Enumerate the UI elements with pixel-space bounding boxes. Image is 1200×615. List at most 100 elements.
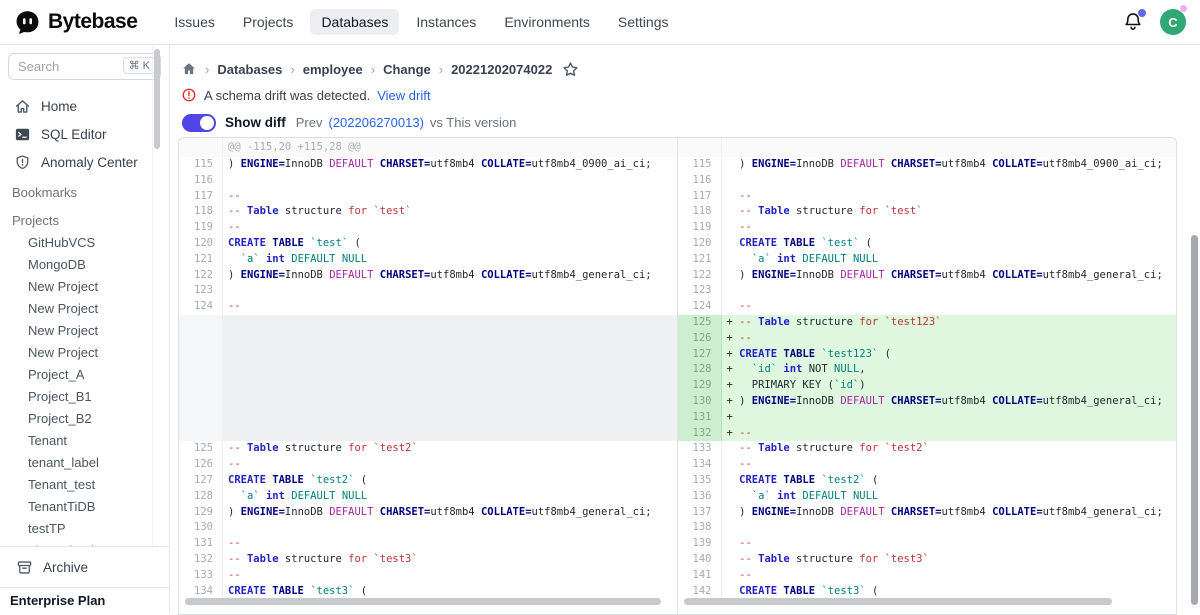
- diff-line: 123: [678, 283, 1177, 299]
- sidebar-project-item[interactable]: Tenant_test: [0, 474, 169, 496]
- nav-item-settings[interactable]: Settings: [607, 9, 680, 35]
- sidebar-item-label: Archive: [43, 560, 88, 575]
- sidebar-project-item[interactable]: tenant_label: [0, 452, 169, 474]
- nav-links: Issues ProjectsDatabasesInstancesEnvironm…: [163, 9, 679, 35]
- diff-line: 119 --: [678, 220, 1177, 236]
- sidebar-project-item[interactable]: Project_B1: [0, 386, 169, 408]
- sql-editor-icon: [14, 126, 31, 143]
- diff-line: [678, 138, 1177, 157]
- show-diff-toggle[interactable]: [182, 114, 216, 132]
- diff-line: 126+ --: [678, 331, 1177, 347]
- diff-line: 142 CREATE TABLE `test3` (: [678, 584, 1177, 600]
- breadcrumb-item[interactable]: Change: [383, 62, 431, 77]
- sidebar-project-item[interactable]: New Project: [0, 276, 169, 298]
- breadcrumb-item[interactable]: 20221202074022: [451, 62, 552, 77]
- diff-line: 123: [179, 283, 677, 299]
- sidebar-project-item[interactable]: Project_B2: [0, 408, 169, 430]
- sidebar-project-item[interactable]: GitHubVCS: [0, 232, 169, 254]
- diff-panel-current: 115 ) ENGINE=InnoDB DEFAULT CHARSET=utf8…: [678, 138, 1177, 614]
- search-box: ⌘ K: [8, 53, 161, 80]
- diff-rows-right: 115 ) ENGINE=InnoDB DEFAULT CHARSET=utf8…: [678, 138, 1177, 599]
- diff-line: 132-- Table structure for `test3`: [179, 552, 677, 568]
- drift-warning: A schema drift was detected. View drift: [170, 79, 1200, 104]
- diff-line: @@ -115,20 +115,28 @@: [179, 138, 677, 157]
- sidebar-section-bookmarks[interactable]: Bookmarks: [0, 176, 169, 204]
- notification-bell-button[interactable]: [1122, 11, 1144, 33]
- sidebar-item-anomaly-center[interactable]: Anomaly Center: [0, 148, 169, 176]
- diff-line: 133--: [179, 568, 677, 584]
- diff-line: 121 `a` int DEFAULT NULL: [678, 252, 1177, 268]
- prev-version-link[interactable]: (202206270013): [328, 115, 423, 130]
- star-icon[interactable]: [562, 61, 579, 78]
- diff-panel-previous: @@ -115,20 +115,28 @@115) ENGINE=InnoDB …: [179, 138, 678, 614]
- sidebar-item-home[interactable]: Home: [0, 92, 169, 120]
- diff-line: 117--: [179, 189, 677, 205]
- breadcrumb-home-icon[interactable]: [181, 61, 197, 77]
- prev-label: Prev: [296, 115, 323, 130]
- nav-item-instances[interactable]: Instances: [405, 9, 487, 35]
- breadcrumb-items: ›Databases›employee›Change›2022120207402…: [205, 62, 552, 77]
- alert-circle-icon: [181, 87, 197, 103]
- diff-line: 141 --: [678, 568, 1177, 584]
- breadcrumb-item[interactable]: employee: [303, 62, 363, 77]
- diff-line: 122) ENGINE=InnoDB DEFAULT CHARSET=utf8m…: [179, 268, 677, 284]
- vs-this-version-label: vs This version: [430, 115, 516, 130]
- diff-line: 134CREATE TABLE `test3` (: [179, 584, 677, 600]
- diff-line: 125-- Table structure for `test2`: [179, 441, 677, 457]
- sidebar-scroll-track: [152, 45, 153, 546]
- diff-line: 116: [678, 173, 1177, 189]
- sidebar-project-item[interactable]: New Project: [0, 320, 169, 342]
- page-vertical-scrollbar[interactable]: [1191, 235, 1198, 605]
- show-diff-label: Show diff: [225, 115, 286, 130]
- avatar-status-dot: [1180, 5, 1187, 12]
- diff-line: 122 ) ENGINE=InnoDB DEFAULT CHARSET=utf8…: [678, 268, 1177, 284]
- diff-line: 140 -- Table structure for `test3`: [678, 552, 1177, 568]
- horizontal-scrollbar-right[interactable]: [684, 598, 1113, 605]
- sidebar-item-label: Anomaly Center: [41, 155, 138, 170]
- sidebar-item-archive[interactable]: Archive: [0, 553, 169, 581]
- nav-right: C: [1122, 9, 1186, 35]
- diff-line: 120 CREATE TABLE `test` (: [678, 236, 1177, 252]
- diff-line: 135 CREATE TABLE `test2` (: [678, 473, 1177, 489]
- diff-line: 137 ) ENGINE=InnoDB DEFAULT CHARSET=utf8…: [678, 505, 1177, 521]
- sidebar-project-item[interactable]: Tenant: [0, 430, 169, 452]
- home-icon: [14, 98, 31, 115]
- diff-line: 126--: [179, 457, 677, 473]
- diff-line: 129) ENGINE=InnoDB DEFAULT CHARSET=utf8m…: [179, 505, 677, 521]
- avatar[interactable]: C: [1160, 9, 1186, 35]
- brand-name: Bytebase: [48, 10, 137, 34]
- nav-item-environments[interactable]: Environments: [493, 9, 601, 35]
- sidebar-section-projects[interactable]: Projects: [0, 204, 169, 232]
- diff-line: 136 `a` int DEFAULT NULL: [678, 489, 1177, 505]
- sidebar-project-item[interactable]: New Project: [0, 298, 169, 320]
- sidebar-project-item[interactable]: MongoDB: [0, 254, 169, 276]
- nav-item-databases[interactable]: Databases: [310, 9, 399, 35]
- sidebar: ⌘ K Home SQL Editor Anomaly Center Bookm…: [0, 45, 170, 613]
- diff-line: 139 --: [678, 536, 1177, 552]
- sidebar-project-item[interactable]: Project_A: [0, 364, 169, 386]
- sidebar-project-item[interactable]: testTP: [0, 518, 169, 540]
- sidebar-item-sql-editor[interactable]: SQL Editor: [0, 120, 169, 148]
- sidebar-project-item[interactable]: New Project: [0, 342, 169, 364]
- diff-line: 118 -- Table structure for `test`: [678, 204, 1177, 220]
- diff-line: 121 `a` int DEFAULT NULL: [179, 252, 677, 268]
- sidebar-archive-section: Archive: [0, 546, 169, 587]
- sidebar-project-item[interactable]: TenantTiDB: [0, 496, 169, 518]
- nav-item-issues[interactable]: Issues: [163, 9, 225, 35]
- sidebar-project-item[interactable]: TiDB Cloud: [0, 540, 169, 546]
- view-drift-link[interactable]: View drift: [377, 88, 430, 103]
- archive-icon: [16, 559, 33, 576]
- nav-item-projects[interactable]: Projects: [232, 9, 305, 35]
- diff-line: 124--: [179, 299, 677, 315]
- diff-line: 115 ) ENGINE=InnoDB DEFAULT CHARSET=utf8…: [678, 157, 1177, 173]
- sidebar-scrollbar-thumb[interactable]: [154, 49, 160, 149]
- plan-badge: Enterprise Plan: [0, 587, 169, 613]
- breadcrumb-item[interactable]: Databases: [217, 62, 282, 77]
- brand[interactable]: Bytebase: [14, 9, 137, 36]
- diff-line: 127+ CREATE TABLE `test123` (: [678, 347, 1177, 363]
- search-shortcut-badge: ⌘ K: [123, 57, 156, 74]
- diff-line: 127CREATE TABLE `test2` (: [179, 473, 677, 489]
- diff-line: 128 `a` int DEFAULT NULL: [179, 489, 677, 505]
- horizontal-scrollbar-left[interactable]: [185, 598, 661, 605]
- diff-line: 120CREATE TABLE `test` (: [179, 236, 677, 252]
